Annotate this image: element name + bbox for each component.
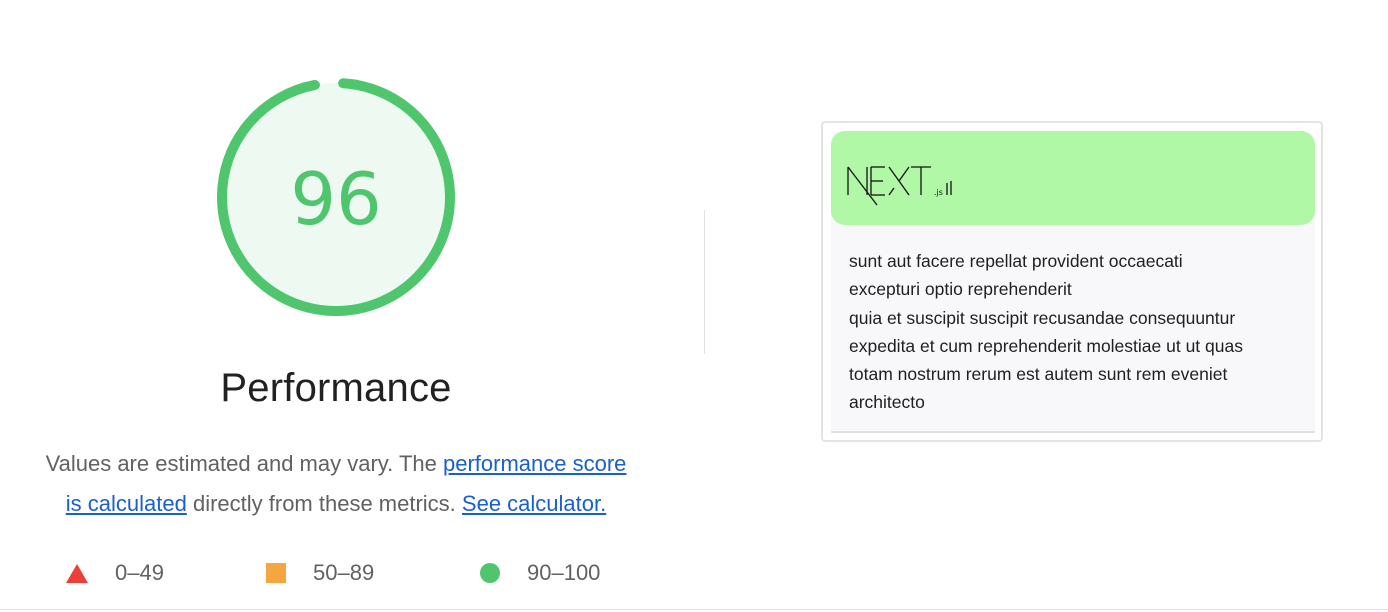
performance-score-link-continued[interactable]: is calculated [66, 491, 187, 516]
section-bottom-border [0, 609, 1388, 610]
screenshot-divider [831, 431, 1315, 433]
legend-item-average: 50–89 [266, 560, 374, 586]
nextjs-logo-icon: .js [847, 166, 952, 206]
score-value: 96 [290, 157, 382, 241]
category-title: Performance [220, 366, 452, 410]
post-line: quia et suscipit suscipit recusandae con… [849, 307, 1236, 328]
description-middle: directly from these metrics. [186, 491, 462, 516]
legend-item-fail: 0–49 [66, 560, 164, 586]
post-line: expedita et cum reprehenderit molestiae … [849, 335, 1243, 356]
screenshot-page: .js sunt aut facere repellat provident o… [831, 131, 1315, 433]
circle-icon [480, 563, 500, 583]
legend-label: 0–49 [115, 560, 164, 585]
legend-item-pass: 90–100 [480, 560, 600, 586]
performance-score-link[interactable]: performance score [443, 451, 626, 476]
lighthouse-report-section: 96 Performance Values are estimated and … [0, 0, 1388, 612]
triangle-icon [66, 563, 88, 583]
score-description: Values are estimated and may vary. The p… [10, 444, 662, 524]
screenshot-header: .js [831, 131, 1315, 225]
performance-score-gauge[interactable]: 96 [213, 74, 459, 320]
post-content: sunt aut facere repellat provident occae… [849, 247, 1299, 417]
final-screenshot-thumbnail[interactable]: .js sunt aut facere repellat provident o… [821, 121, 1323, 442]
post-line: sunt aut facere repellat provident occae… [849, 251, 1183, 271]
score-scale-legend: 0–49 50–89 90–100 [0, 560, 700, 590]
post-line: totam nostrum rerum est autem sunt rem e… [849, 364, 1228, 385]
post-line: excepturi optio reprehenderit [849, 279, 1072, 300]
vertical-divider [704, 210, 705, 354]
description-prefix: Values are estimated and may vary. The [45, 451, 443, 476]
logo-suffix: .js [934, 188, 943, 197]
post-line: architecto [849, 392, 925, 413]
see-calculator-link[interactable]: See calculator. [462, 491, 606, 516]
square-icon [266, 563, 286, 583]
legend-label: 90–100 [527, 560, 601, 585]
legend-label: 50–89 [313, 560, 375, 585]
